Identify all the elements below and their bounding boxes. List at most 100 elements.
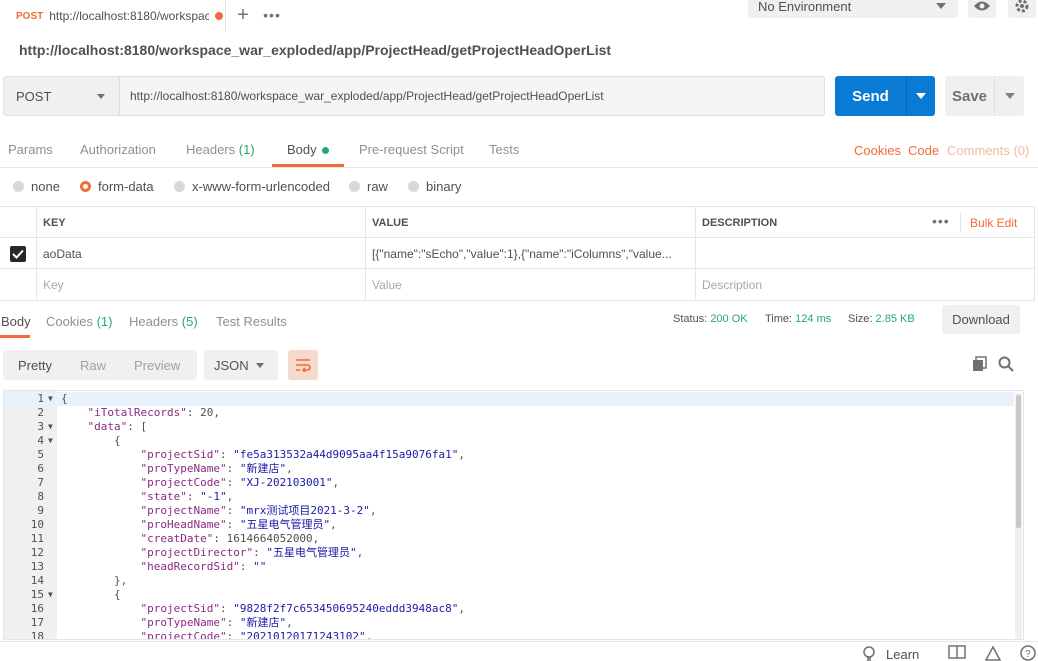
environment-quick-look-button[interactable]	[968, 0, 996, 18]
code-text: "proTypeName": "新建店",	[61, 616, 292, 630]
line-number: 5	[37, 448, 44, 461]
help-icon[interactable]: ?	[1019, 645, 1037, 661]
response-tab-cookies[interactable]: Cookies (1)	[46, 314, 112, 329]
view-mode-segmented: Pretty Raw Preview	[3, 350, 197, 380]
body-type-binary[interactable]: binary	[408, 179, 461, 194]
code-link[interactable]: Code	[908, 143, 939, 158]
json-string: "五星电气管理员"	[266, 546, 357, 559]
two-pane-view-icon[interactable]	[948, 645, 966, 661]
learn-button[interactable]: Learn	[862, 646, 919, 661]
body-type-none[interactable]: none	[13, 179, 60, 194]
environment-select[interactable]: No Environment	[748, 0, 958, 18]
code-text: {	[61, 392, 68, 406]
http-method-select[interactable]: POST	[3, 76, 120, 116]
eye-icon	[974, 1, 990, 11]
table-more-button[interactable]: •••	[932, 213, 950, 229]
copy-icon[interactable]	[972, 356, 988, 375]
view-pretty-button[interactable]: Pretty	[18, 358, 52, 373]
line-number: 15	[30, 588, 44, 601]
radio-icon	[349, 181, 360, 192]
body-type-urlencoded[interactable]: x-www-form-urlencoded	[174, 179, 330, 194]
code-text: "state": "-1",	[61, 490, 233, 504]
fold-toggle-icon[interactable]: ▼	[48, 392, 53, 406]
response-body-editor[interactable]: 1 ▼{2 "iTotalRecords": 20, 3 ▼ "data": [4 ▼ …	[3, 390, 1024, 640]
param-key[interactable]: aoData	[36, 238, 365, 269]
code-line: 5 "projectSid": "fe5a313532a44d9095aa4f1…	[4, 448, 1014, 462]
json-punctuation	[61, 504, 140, 517]
code-line: 1 ▼ {	[4, 392, 1014, 406]
tab-headers[interactable]: Headers (1)	[186, 142, 255, 157]
bootcamp-icon[interactable]	[984, 645, 1002, 661]
json-punctuation: :	[226, 462, 240, 475]
request-tab[interactable]: POST http://localhost:8180/workspac	[0, 0, 226, 32]
tab-tests[interactable]: Tests	[489, 142, 519, 157]
chevron-down-icon	[97, 94, 105, 99]
tab-body[interactable]: Body	[287, 142, 329, 157]
row-enabled-checkbox[interactable]	[10, 245, 26, 262]
line-number: 4	[37, 434, 44, 447]
fold-toggle-icon[interactable]: ▼	[48, 434, 53, 448]
line-number: 8	[37, 490, 44, 503]
json-punctuation	[61, 420, 88, 433]
line-number: 9	[37, 504, 44, 517]
send-options-button[interactable]	[906, 76, 935, 116]
json-punctuation	[61, 476, 140, 489]
code-line: 9 "projectName": "mrx测试项目2021-3-2",	[4, 504, 1014, 518]
divider	[960, 213, 961, 233]
size-value: 2.85 KB	[875, 313, 915, 325]
new-key-input[interactable]: Key	[36, 269, 365, 300]
manage-environments-button[interactable]	[1008, 0, 1036, 18]
json-punctuation: :	[226, 504, 240, 517]
code-text: {	[61, 588, 121, 602]
view-raw-button[interactable]: Raw	[80, 358, 106, 373]
line-number: 14	[30, 574, 44, 587]
format-select[interactable]: JSON	[204, 350, 278, 380]
tab-headers-count: (1)	[238, 142, 255, 157]
wrap-lines-button[interactable]	[288, 350, 318, 380]
view-preview-button[interactable]: Preview	[134, 358, 180, 373]
tab-params[interactable]: Params	[8, 142, 53, 157]
response-tab-headers[interactable]: Headers (5)	[129, 314, 198, 329]
scrollbar-thumb[interactable]	[1016, 395, 1021, 528]
cookies-link[interactable]: Cookies	[854, 143, 901, 158]
download-button[interactable]: Download	[942, 305, 1020, 334]
json-punctuation: ,	[226, 490, 234, 503]
json-punctuation: :	[253, 546, 267, 559]
json-punctuation: : [	[127, 420, 148, 433]
row-checkbox-cell	[0, 238, 36, 269]
body-type-label: x-www-form-urlencoded	[192, 179, 330, 194]
environment-select-value: No Environment	[758, 0, 852, 14]
param-value[interactable]: [{"name":"sEcho","value":1},{"name":"iCo…	[365, 238, 695, 269]
json-punctuation: ,	[330, 518, 337, 531]
new-value-input[interactable]: Value	[365, 269, 695, 300]
active-response-tab-indicator	[0, 335, 30, 338]
body-type-form-data[interactable]: form-data	[80, 179, 154, 194]
tab-authorization[interactable]: Authorization	[80, 142, 156, 157]
body-type-raw[interactable]: raw	[349, 179, 388, 194]
code-line: 14 },	[4, 574, 1014, 588]
json-key: "proHeadName"	[140, 518, 227, 531]
save-button[interactable]: Save	[945, 76, 994, 116]
new-description-input[interactable]: Description	[695, 269, 1034, 300]
response-tab-test-results[interactable]: Test Results	[216, 314, 287, 329]
tab-prerequest-script[interactable]: Pre-request Script	[359, 142, 464, 157]
tabs-more-button[interactable]: •••	[258, 0, 286, 30]
url-input[interactable]: http://localhost:8180/workspace_war_expl…	[120, 76, 825, 116]
fold-toggle-icon[interactable]: ▼	[48, 588, 53, 602]
param-description[interactable]	[695, 238, 1034, 269]
new-tab-button[interactable]: +	[230, 0, 256, 30]
comments-link[interactable]: Comments (0)	[947, 143, 1029, 158]
save-options-button[interactable]	[994, 76, 1024, 116]
json-punctuation: :	[239, 560, 254, 573]
table-row-new: Key Value Description	[0, 269, 1034, 300]
search-icon[interactable]	[998, 356, 1014, 375]
line-number: 6	[37, 462, 44, 475]
bulk-edit-link[interactable]: Bulk Edit	[970, 216, 1017, 230]
send-button[interactable]: Send	[835, 76, 906, 116]
code-text: "proHeadName": "五星电气管理员",	[61, 518, 337, 532]
line-number: 18	[30, 630, 44, 640]
response-tab-body[interactable]: Body	[1, 314, 31, 329]
json-string: "-1"	[200, 490, 227, 503]
fold-toggle-icon[interactable]: ▼	[48, 420, 53, 434]
json-punctuation: {	[61, 588, 121, 601]
